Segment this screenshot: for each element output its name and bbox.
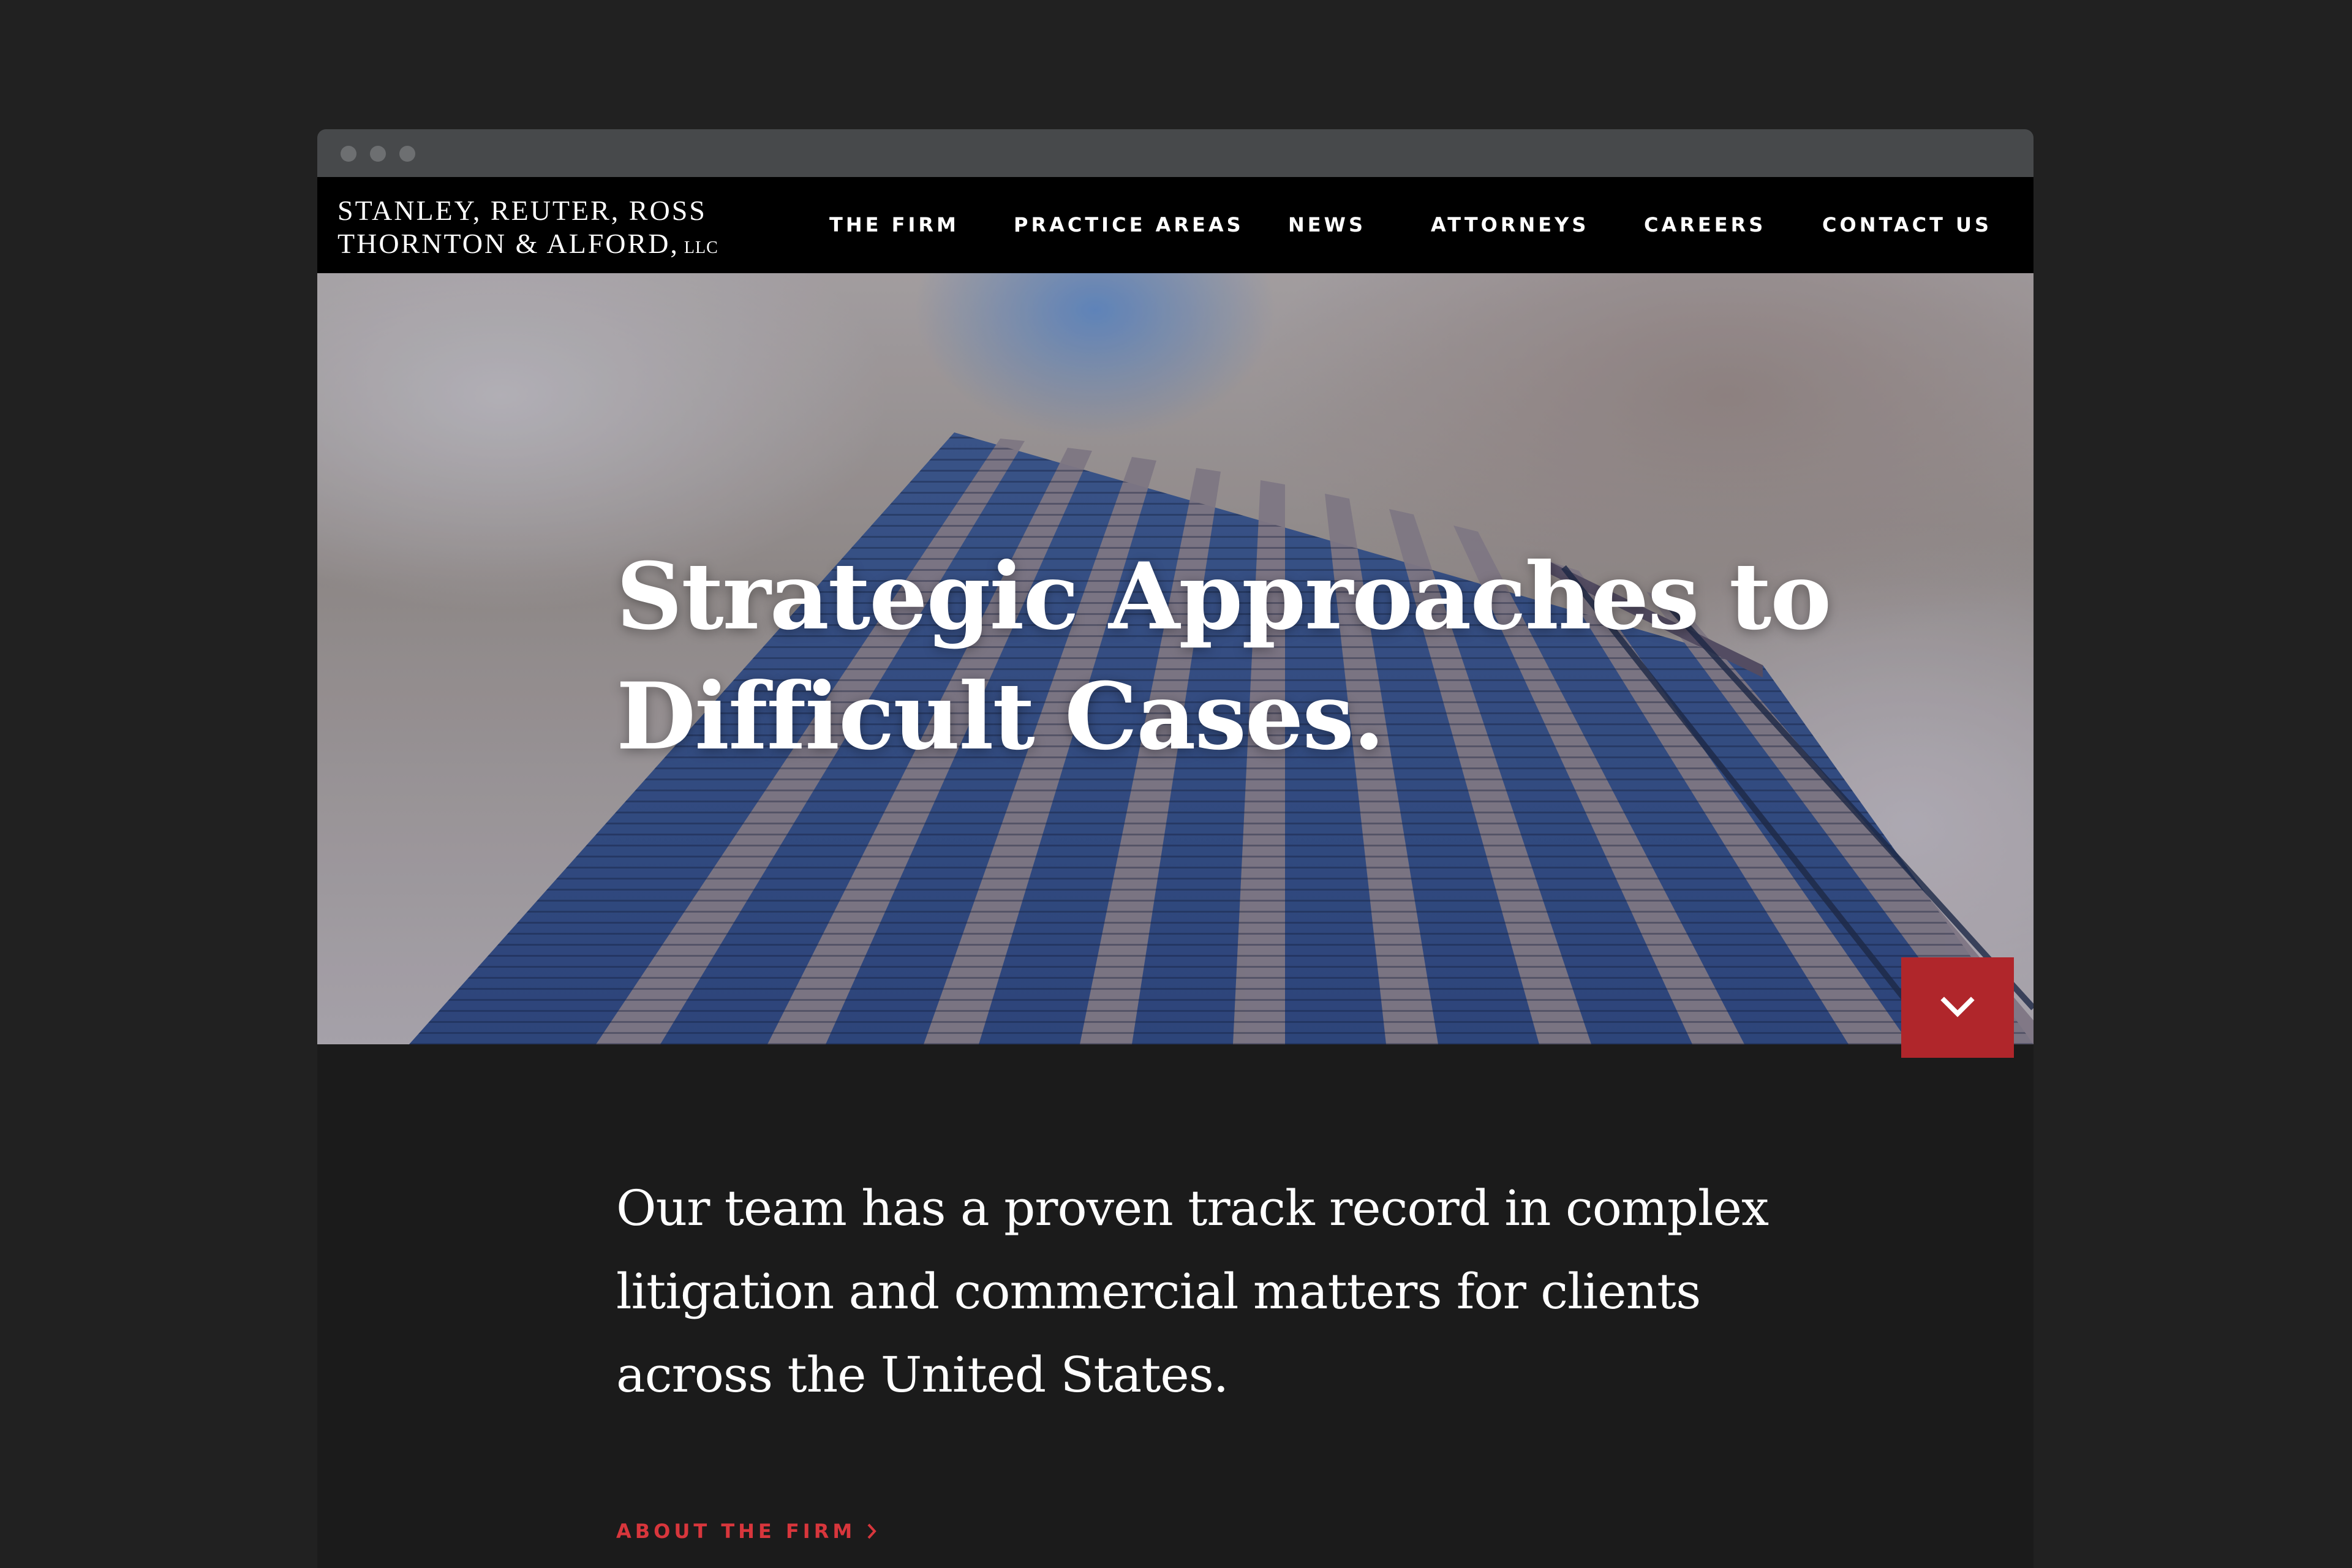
scroll-down-button[interactable]: [1901, 957, 2014, 1058]
site-header: STANLEY, REUTER, ROSS THORNTON & ALFORD,…: [317, 177, 2034, 273]
nav-item-careers[interactable]: CAREERS: [1644, 177, 1766, 273]
about-the-firm-link[interactable]: ABOUT THE FIRM: [616, 1520, 878, 1543]
chevron-down-icon: [1940, 997, 1975, 1017]
logo-line-1: STANLEY, REUTER, ROSS: [337, 195, 707, 226]
nav-item-the-firm[interactable]: THE FIRM: [829, 177, 959, 273]
nav-item-practice-areas[interactable]: PRACTICE AREAS: [1014, 177, 1244, 273]
window-control-dot[interactable]: [399, 146, 415, 162]
browser-window: STANLEY, REUTER, ROSS THORNTON & ALFORD,…: [317, 129, 2034, 1568]
hero-headline-line-2: Difficult Cases.: [616, 663, 1385, 771]
hero-headline-line-1: Strategic Approaches to: [616, 543, 1831, 650]
firm-logo[interactable]: STANLEY, REUTER, ROSS THORNTON & ALFORD,…: [337, 194, 718, 265]
hero-headline: Strategic Approaches to Difficult Cases.: [616, 537, 1841, 777]
logo-line-2-text: THORNTON & ALFORD,: [337, 228, 679, 259]
logo-line-2: THORNTON & ALFORD, LLC: [337, 227, 718, 265]
about-the-firm-label: ABOUT THE FIRM: [616, 1520, 856, 1543]
browser-title-bar: [317, 129, 2034, 177]
intro-section: Our team has a proven track record in co…: [317, 1044, 2034, 1568]
nav-item-contact-us[interactable]: CONTACT US: [1822, 177, 1992, 273]
hero-banner: Strategic Approaches to Difficult Cases.: [317, 273, 2034, 1044]
window-control-dot[interactable]: [370, 146, 386, 162]
nav-item-attorneys[interactable]: ATTORNEYS: [1431, 177, 1589, 273]
chevron-right-icon: [867, 1523, 876, 1539]
logo-suffix: LLC: [684, 238, 718, 257]
intro-paragraph: Our team has a proven track record in co…: [616, 1180, 1769, 1403]
nav-item-news[interactable]: NEWS: [1288, 177, 1366, 273]
window-control-dot[interactable]: [341, 146, 356, 162]
